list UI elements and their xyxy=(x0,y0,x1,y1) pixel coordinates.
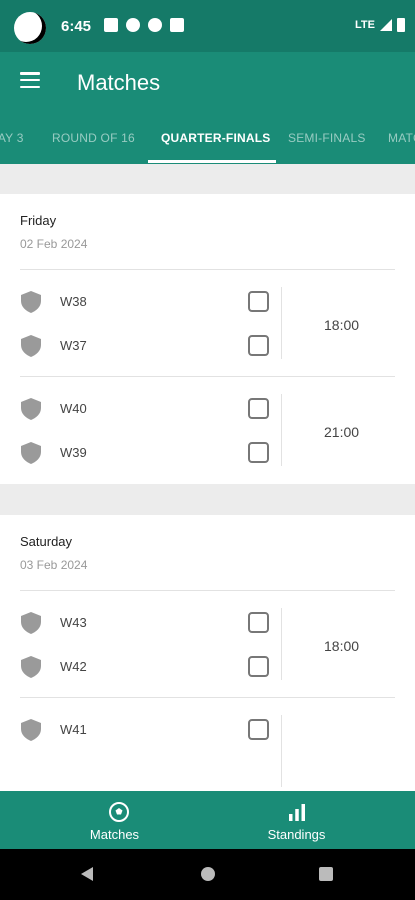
nav-standings[interactable]: Standings xyxy=(193,791,400,849)
home-team: W43 xyxy=(60,615,87,630)
tab-round-of-16[interactable]: ROUND OF 16 xyxy=(52,131,135,145)
round-tabs: DAY 3 ROUND OF 16 QUARTER-FINALS SEMI-FI… xyxy=(0,114,415,164)
home-icon[interactable] xyxy=(201,867,215,881)
signal-icon xyxy=(380,19,392,31)
notification-icons xyxy=(104,18,184,32)
away-checkbox[interactable] xyxy=(248,656,269,677)
away-team: W37 xyxy=(60,338,87,353)
status-right: LTE xyxy=(355,18,405,32)
day-name: Friday xyxy=(20,213,57,228)
day-name: Saturday xyxy=(20,534,73,549)
day-card-friday: Friday 02 Feb 2024 W38 W37 18:00 W40 W39… xyxy=(0,194,415,484)
sd-card-icon xyxy=(170,18,184,32)
divider xyxy=(20,269,395,270)
tab-semi-finals[interactable]: SEMI-FINALS xyxy=(288,131,366,145)
vertical-divider xyxy=(281,287,282,359)
team-shield-icon xyxy=(21,656,41,678)
tab-day-3[interactable]: DAY 3 xyxy=(0,131,24,145)
home-checkbox[interactable] xyxy=(248,719,269,740)
settings-notification-icon xyxy=(126,18,140,32)
home-team: W40 xyxy=(60,401,87,416)
team-shield-icon xyxy=(21,442,41,464)
home-checkbox[interactable] xyxy=(248,291,269,312)
match-time: 21:00 xyxy=(324,424,360,440)
recent-apps-icon[interactable] xyxy=(319,867,333,881)
camera-cutout xyxy=(14,12,46,44)
divider xyxy=(20,376,395,377)
tab-indicator xyxy=(148,160,276,163)
matches-list[interactable]: Friday 02 Feb 2024 W38 W37 18:00 W40 W39… xyxy=(0,164,415,791)
app-notification-icon xyxy=(148,18,162,32)
app-bar: Matches xyxy=(0,52,415,114)
bottom-nav: Matches Standings xyxy=(0,791,415,849)
away-team: W42 xyxy=(60,659,87,674)
menu-icon[interactable] xyxy=(20,72,40,88)
tab-match[interactable]: MATCH xyxy=(388,131,415,145)
away-checkbox[interactable] xyxy=(248,335,269,356)
vertical-divider xyxy=(281,608,282,680)
vertical-divider xyxy=(281,715,282,787)
page-title: Matches xyxy=(77,70,161,95)
day-card-saturday: Saturday 03 Feb 2024 W43 W42 18:00 W41 xyxy=(0,515,415,791)
status-bar: 6:45 LTE xyxy=(0,0,415,52)
home-checkbox[interactable] xyxy=(248,398,269,419)
network-label: LTE xyxy=(355,19,375,31)
nav-matches[interactable]: Matches xyxy=(11,791,218,849)
nav-label: Standings xyxy=(267,827,326,842)
nav-label: Matches xyxy=(89,827,140,842)
bar-chart-icon xyxy=(289,804,305,821)
vertical-divider xyxy=(281,394,282,466)
notification-icon xyxy=(104,18,118,32)
home-team: W41 xyxy=(60,722,87,737)
match-time: 18:00 xyxy=(324,317,360,333)
team-shield-icon xyxy=(21,335,41,357)
away-team: W39 xyxy=(60,445,87,460)
battery-icon xyxy=(397,18,405,32)
tab-quarter-finals[interactable]: QUARTER-FINALS xyxy=(161,131,270,145)
home-checkbox[interactable] xyxy=(248,612,269,633)
system-nav-bar xyxy=(0,849,415,900)
match-time: 18:00 xyxy=(324,638,360,654)
divider xyxy=(20,590,395,591)
team-shield-icon xyxy=(21,719,41,741)
day-date: 03 Feb 2024 xyxy=(20,558,88,572)
day-date: 02 Feb 2024 xyxy=(20,237,88,251)
team-shield-icon xyxy=(21,398,41,420)
home-team: W38 xyxy=(60,294,87,309)
back-icon[interactable] xyxy=(81,867,93,881)
status-time: 6:45 xyxy=(61,18,92,35)
team-shield-icon xyxy=(21,291,41,313)
away-checkbox[interactable] xyxy=(248,442,269,463)
team-shield-icon xyxy=(21,612,41,634)
soccer-ball-icon xyxy=(109,802,129,822)
divider xyxy=(20,697,395,698)
